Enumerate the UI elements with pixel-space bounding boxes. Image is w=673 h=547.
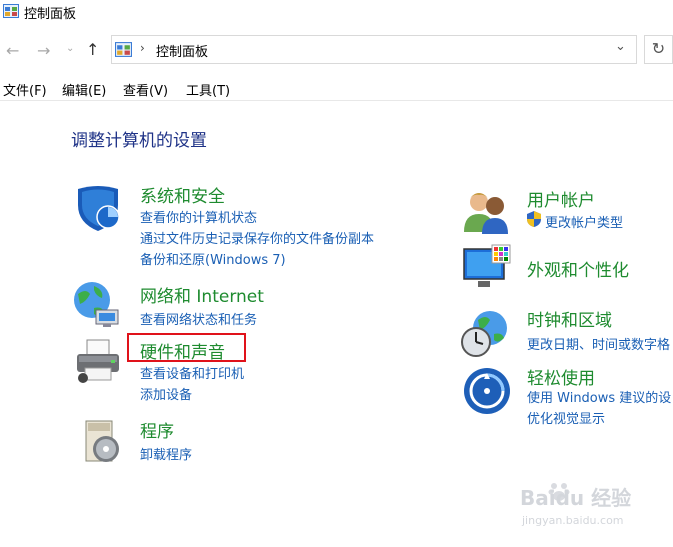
back-arrow-icon[interactable]: ←: [6, 41, 19, 60]
category-programs[interactable]: 程序: [140, 417, 174, 442]
category-system-security[interactable]: 系统和安全: [140, 182, 225, 207]
network-globe-icon: [74, 282, 119, 327]
category-user-accounts[interactable]: 用户帐户: [527, 186, 595, 211]
link-windows-suggested-settings[interactable]: 使用 Windows 建议的设: [527, 387, 671, 406]
category-network-internet[interactable]: 网络和 Internet: [140, 282, 264, 307]
breadcrumb-separator-icon[interactable]: ›: [140, 41, 145, 55]
highlight-box: [127, 333, 246, 362]
refresh-icon[interactable]: ↻: [644, 35, 673, 64]
uac-shield-icon: [527, 211, 541, 227]
monitor-palette-icon: [463, 244, 511, 287]
window-title: 控制面板: [24, 7, 77, 22]
control-panel-icon: [3, 4, 19, 18]
category-ease-of-access[interactable]: 轻松使用: [527, 364, 595, 389]
control-panel-icon: [115, 42, 132, 57]
address-dropdown-icon[interactable]: ⌄: [615, 39, 626, 54]
recent-locations-chevron-icon[interactable]: ⌄: [66, 43, 74, 54]
shield-icon: [78, 186, 120, 231]
menu-view[interactable]: 查看(V): [123, 80, 168, 99]
programs-disc-icon: [85, 420, 119, 462]
link-view-computer-status[interactable]: 查看你的计算机状态: [140, 207, 257, 226]
menu-file[interactable]: 文件(F): [3, 80, 47, 99]
watermark-url: jingyan.baidu.com: [522, 514, 624, 527]
link-add-device[interactable]: 添加设备: [140, 384, 192, 403]
menu-tools[interactable]: 工具(T): [186, 80, 230, 99]
breadcrumb-control-panel[interactable]: 控制面板: [156, 41, 208, 60]
address-bar[interactable]: › 控制面板 ⌄: [111, 35, 637, 64]
printer-icon: [77, 339, 119, 383]
link-change-account-type[interactable]: 更改帐户类型: [545, 212, 623, 231]
link-backup-restore[interactable]: 备份和还原(Windows 7): [140, 249, 286, 268]
baidu-watermark: Baidu 经验 jingyan.baidu.com: [520, 480, 660, 530]
link-file-history-backup[interactable]: 通过文件历史记录保存你的文件备份副本: [140, 228, 374, 247]
watermark-brand: Baidu 经验: [520, 486, 632, 510]
category-appearance-personalization[interactable]: 外观和个性化: [527, 256, 629, 281]
link-uninstall-program[interactable]: 卸载程序: [140, 444, 192, 463]
link-devices-printers[interactable]: 查看设备和打印机: [140, 363, 244, 382]
link-change-date-time[interactable]: 更改日期、时间或数字格: [527, 334, 670, 353]
link-optimize-visual-display[interactable]: 优化视觉显示: [527, 408, 605, 427]
menu-bar: 文件(F) 编辑(E) 查看(V) 工具(T): [0, 78, 673, 101]
link-network-status[interactable]: 查看网络状态和任务: [140, 309, 257, 328]
menu-edit[interactable]: 编辑(E): [62, 80, 106, 99]
category-clock-region[interactable]: 时钟和区域: [527, 306, 612, 331]
users-icon: [464, 193, 508, 234]
up-arrow-icon[interactable]: ↑: [86, 40, 99, 59]
ease-of-access-icon: [464, 368, 510, 414]
forward-arrow-icon[interactable]: →: [37, 41, 50, 60]
page-heading: 调整计算机的设置: [71, 131, 207, 151]
title-bar: 控制面板: [0, 0, 673, 26]
clock-globe-icon: [461, 311, 507, 357]
